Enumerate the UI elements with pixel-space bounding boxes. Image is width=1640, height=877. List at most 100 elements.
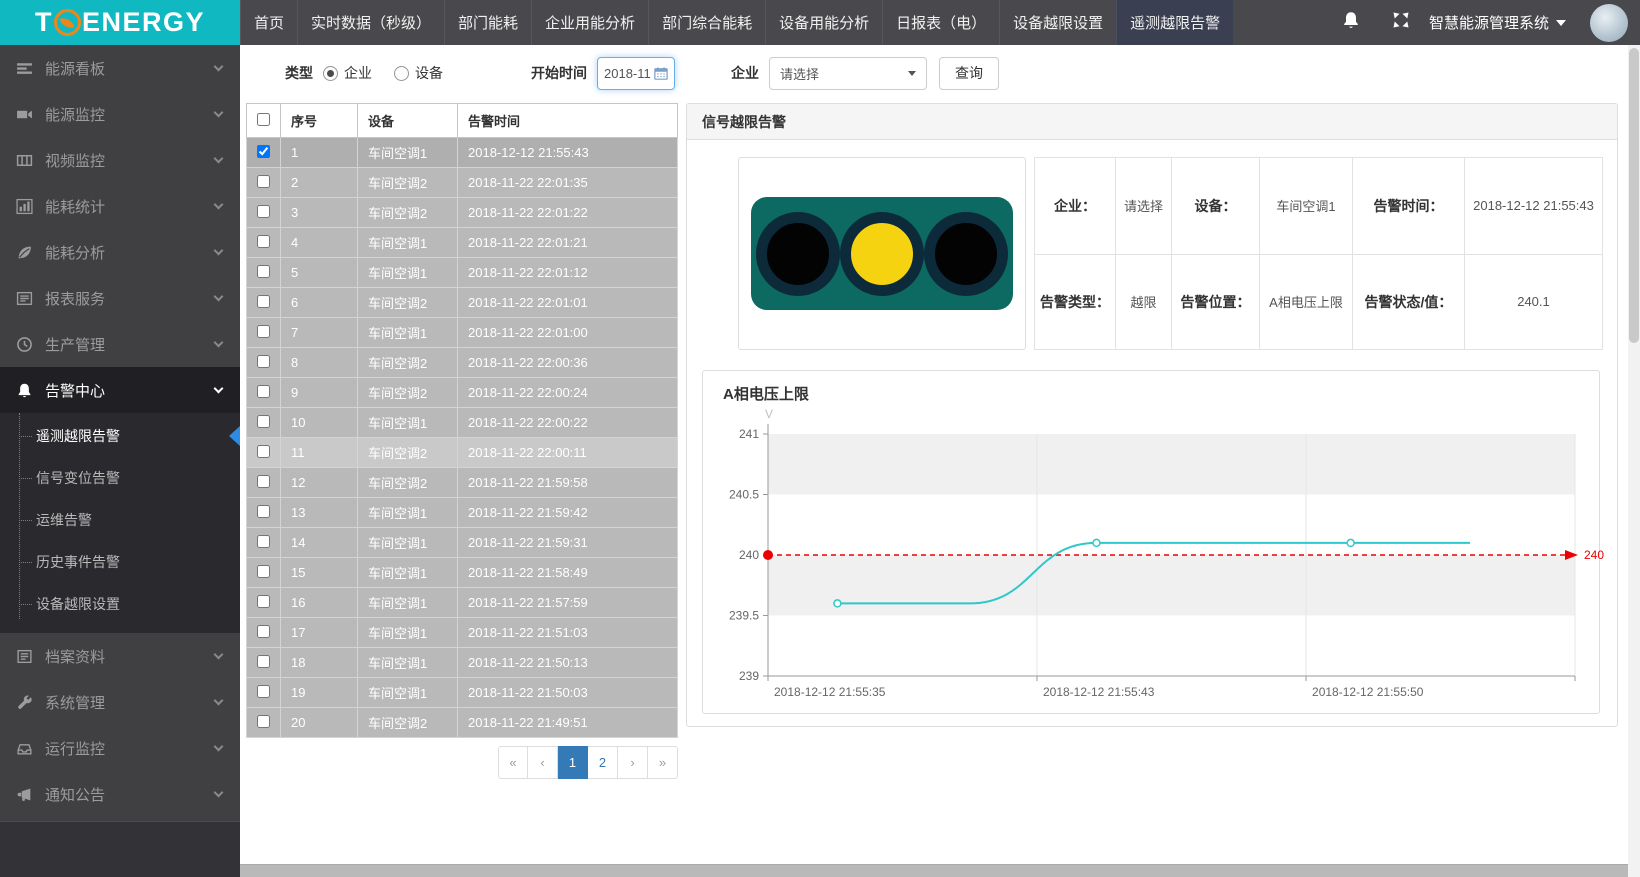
sidebar-item-production-mgmt[interactable]: 生产管理 — [0, 321, 240, 367]
sidebar-subitem-ops-alarm[interactable]: 运维告警 — [0, 499, 240, 541]
alarm-table-row[interactable]: 12车间空调22018-11-22 21:59:58 — [247, 468, 678, 498]
row-checkbox[interactable] — [257, 535, 270, 548]
row-checkbox[interactable] — [257, 295, 270, 308]
alarm-table-row[interactable]: 2车间空调22018-11-22 22:01:35 — [247, 168, 678, 198]
bell-icon[interactable] — [1341, 10, 1361, 35]
traffic-light-card — [738, 157, 1026, 350]
sidebar-subitem-signal-change-alarm[interactable]: 信号变位告警 — [0, 457, 240, 499]
select-all-checkbox[interactable] — [257, 113, 270, 126]
alarm-detail-table: 企业： 请选择 设备： 车间空调1 告警时间： 2018-12-12 21:55… — [1034, 157, 1603, 350]
row-checkbox[interactable] — [257, 145, 270, 158]
page-2-button[interactable]: 2 — [588, 746, 618, 779]
sidebar-item-archives[interactable]: 档案资料 — [0, 633, 240, 679]
sidebar-item-energy-analysis[interactable]: 能耗分析 — [0, 229, 240, 275]
alarm-table-row[interactable]: 13车间空调12018-11-22 21:59:42 — [247, 498, 678, 528]
system-title-dropdown[interactable]: 智慧能源管理系统 — [1429, 12, 1566, 33]
start-time-input[interactable] — [597, 57, 675, 90]
alarm-table-row[interactable]: 5车间空调12018-11-22 22:01:12 — [247, 258, 678, 288]
avatar[interactable] — [1590, 4, 1628, 42]
sidebar-item-energy-board[interactable]: 能源看板 — [0, 45, 240, 91]
cell-no: 4 — [281, 228, 358, 258]
row-checkbox[interactable] — [257, 385, 270, 398]
search-button[interactable]: 查询 — [939, 57, 999, 90]
scrollbar-thumb[interactable] — [1629, 48, 1639, 343]
page-prev-button[interactable]: ‹ — [528, 746, 558, 779]
calendar-icon[interactable] — [654, 66, 668, 81]
alarm-table-row[interactable]: 15车间空调12018-11-22 21:58:49 — [247, 558, 678, 588]
alarm-table-row[interactable]: 18车间空调12018-11-22 21:50:13 — [247, 648, 678, 678]
page-1-button[interactable]: 1 — [558, 746, 588, 779]
alarm-table-row[interactable]: 14车间空调12018-11-22 21:59:31 — [247, 528, 678, 558]
row-checkbox[interactable] — [257, 325, 270, 338]
page-last-button[interactable]: » — [648, 746, 678, 779]
radio-enterprise[interactable] — [323, 66, 338, 81]
alarm-table-row[interactable]: 7车间空调12018-11-22 22:01:00 — [247, 318, 678, 348]
top-nav-item[interactable]: 部门能耗 — [444, 0, 531, 45]
sidebar-item-video-monitor[interactable]: 视频监控 — [0, 137, 240, 183]
sidebar-item-system-mgmt[interactable]: 系统管理 — [0, 679, 240, 725]
row-checkbox[interactable] — [257, 655, 270, 668]
sidebar-subitem-history-event-alarm[interactable]: 历史事件告警 — [0, 541, 240, 583]
row-checkbox[interactable] — [257, 205, 270, 218]
row-checkbox[interactable] — [257, 445, 270, 458]
logo-leaf-icon — [54, 9, 81, 36]
top-nav-item[interactable]: 企业用能分析 — [531, 0, 648, 45]
top-nav-item[interactable]: 日报表（电） — [882, 0, 999, 45]
row-checkbox[interactable] — [257, 595, 270, 608]
alarm-table-row[interactable]: 16车间空调12018-11-22 21:57:59 — [247, 588, 678, 618]
sidebar-item-operation-monitor[interactable]: 运行监控 — [0, 725, 240, 771]
row-checkbox[interactable] — [257, 625, 270, 638]
cell-device: 车间空调1 — [358, 678, 458, 708]
radio-device[interactable] — [394, 66, 409, 81]
alarm-table-row[interactable]: 4车间空调12018-11-22 22:01:21 — [247, 228, 678, 258]
row-checkbox[interactable] — [257, 685, 270, 698]
sidebar-item-energy-stats[interactable]: 能耗统计 — [0, 183, 240, 229]
sidebar-subitem-telemetry-limit-alarm[interactable]: 遥测越限告警 — [0, 415, 240, 457]
alarm-table-row[interactable]: 3车间空调22018-11-22 22:01:22 — [247, 198, 678, 228]
alarm-table-row[interactable]: 11车间空调22018-11-22 22:00:11 — [247, 438, 678, 468]
alarm-table-row[interactable]: 9车间空调22018-11-22 22:00:24 — [247, 378, 678, 408]
row-checkbox[interactable] — [257, 235, 270, 248]
vertical-scrollbar[interactable] — [1628, 45, 1640, 877]
row-checkbox[interactable] — [257, 565, 270, 578]
cell-no: 20 — [281, 708, 358, 738]
alarm-table-row[interactable]: 1车间空调12018-12-12 21:55:43 — [247, 138, 678, 168]
alarm-table-row[interactable]: 8车间空调22018-11-22 22:00:36 — [247, 348, 678, 378]
page-next-button[interactable]: › — [618, 746, 648, 779]
alarm-table-row[interactable]: 19车间空调12018-11-22 21:50:03 — [247, 678, 678, 708]
detail-label-alarm-time: 告警时间： — [1352, 158, 1464, 254]
fullscreen-icon[interactable] — [1391, 10, 1411, 35]
enterprise-select[interactable]: 请选择 — [769, 57, 927, 90]
header-right: 智慧能源管理系统 — [1341, 0, 1640, 45]
sidebar-item-report-service[interactable]: 报表服务 — [0, 275, 240, 321]
alarm-table-row[interactable]: 10车间空调12018-11-22 22:00:22 — [247, 408, 678, 438]
sidebar-item-notice[interactable]: 通知公告 — [0, 771, 240, 817]
sidebar-item-label: 运行监控 — [45, 738, 215, 759]
row-checkbox[interactable] — [257, 355, 270, 368]
top-nav-item[interactable]: 设备越限设置 — [999, 0, 1116, 45]
sidebar-item-energy-monitor[interactable]: 能源监控 — [0, 91, 240, 137]
chevron-down-icon — [214, 200, 224, 210]
top-nav-item[interactable]: 首页 — [240, 0, 297, 45]
row-checkbox[interactable] — [257, 475, 270, 488]
top-nav-item[interactable]: 实时数据（秒级） — [297, 0, 444, 45]
page-first-button[interactable]: « — [498, 746, 528, 779]
sidebar-item-alarm-center[interactable]: 告警中心 — [0, 367, 240, 413]
row-checkbox[interactable] — [257, 715, 270, 728]
alarm-table-row[interactable]: 20车间空调22018-11-22 21:49:51 — [247, 708, 678, 738]
row-checkbox[interactable] — [257, 265, 270, 278]
col-header-device: 设备 — [358, 104, 458, 138]
horizontal-scrollbar[interactable] — [240, 864, 1628, 877]
cell-device: 车间空调1 — [358, 558, 458, 588]
row-checkbox[interactable] — [257, 415, 270, 428]
alarm-table-row[interactable]: 17车间空调12018-11-22 21:51:03 — [247, 618, 678, 648]
top-header: T ENERGY 首页 实时数据（秒级） 部门能耗 企业用能分析 部门综合能耗 … — [0, 0, 1640, 45]
top-nav-item[interactable]: 部门综合能耗 — [648, 0, 765, 45]
top-nav-item[interactable]: 设备用能分析 — [765, 0, 882, 45]
row-checkbox[interactable] — [257, 175, 270, 188]
top-nav-item-active[interactable]: 遥测越限告警 — [1116, 0, 1233, 45]
row-checkbox[interactable] — [257, 505, 270, 518]
sidebar-subitem-device-limit-setting[interactable]: 设备越限设置 — [0, 583, 240, 625]
alarm-table-row[interactable]: 6车间空调22018-11-22 22:01:01 — [247, 288, 678, 318]
start-time-value[interactable] — [604, 66, 654, 81]
